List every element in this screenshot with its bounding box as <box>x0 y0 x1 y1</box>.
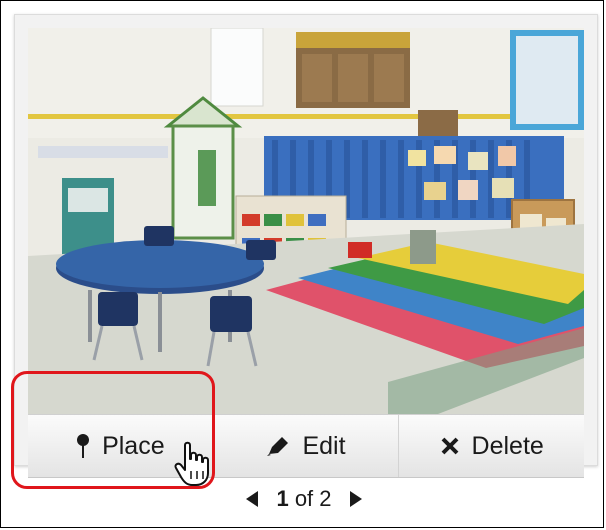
previous-page-button[interactable] <box>244 490 260 508</box>
page-counter: 1 of 2 <box>276 486 331 512</box>
edit-button-label: Edit <box>302 431 346 460</box>
triangle-left-icon <box>246 491 259 507</box>
current-page: 1 <box>276 486 289 511</box>
total-pages: 2 <box>319 486 332 511</box>
delete-button[interactable]: Delete <box>399 415 584 477</box>
screenshot-frame: Place Edit Delete 1 of 2 <box>0 0 604 528</box>
classroom-photo <box>28 28 584 414</box>
x-icon <box>440 436 460 456</box>
photo-card: Place Edit Delete <box>14 14 598 478</box>
page-separator: of <box>294 486 314 511</box>
place-button[interactable]: Place <box>28 415 214 477</box>
place-button-label: Place <box>102 431 165 460</box>
edit-button[interactable]: Edit <box>214 415 400 477</box>
triangle-right-icon <box>349 491 362 507</box>
pagination: 1 of 2 <box>1 481 606 517</box>
delete-button-label: Delete <box>471 431 544 460</box>
action-bar: Place Edit Delete <box>28 414 584 478</box>
pencil-icon <box>266 435 290 457</box>
pushpin-icon <box>76 433 90 459</box>
next-page-button[interactable] <box>348 490 364 508</box>
